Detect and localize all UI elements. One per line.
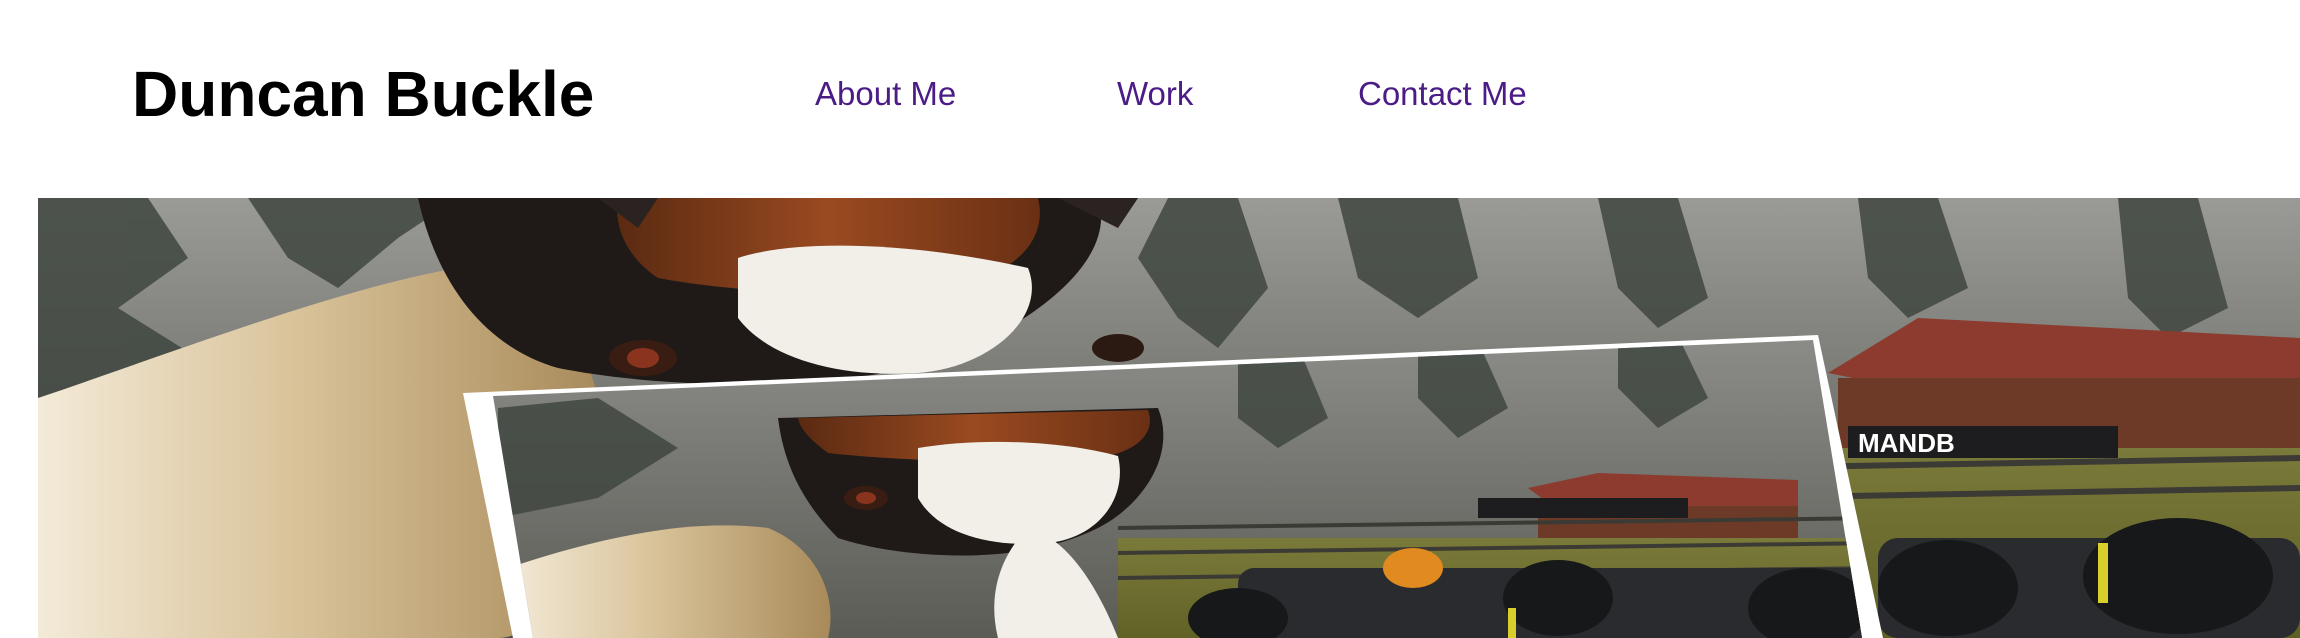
svg-text:MANDB: MANDB bbox=[1858, 428, 1955, 458]
hero-banner: MANDB bbox=[38, 198, 2300, 638]
nav-link-about-me[interactable]: About Me bbox=[815, 74, 956, 114]
site-title: Duncan Buckle bbox=[132, 58, 595, 130]
hero-collage-image: MANDB bbox=[38, 198, 2300, 638]
nav-link-contact-me[interactable]: Contact Me bbox=[1358, 74, 1527, 114]
nav-link-work[interactable]: Work bbox=[1117, 74, 1193, 114]
